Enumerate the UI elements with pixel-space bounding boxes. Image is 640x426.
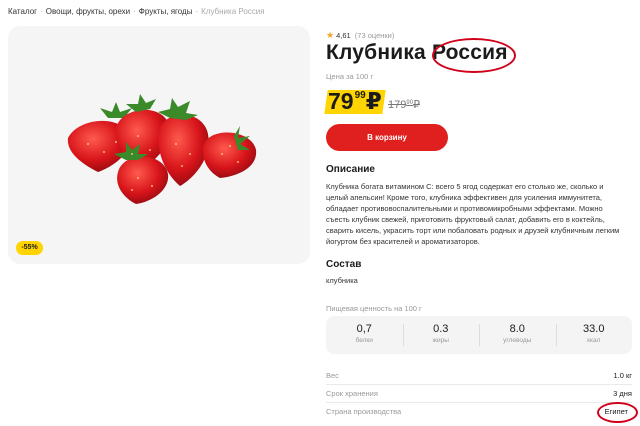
rating-count: (73 оценки) bbox=[354, 31, 395, 40]
strawberries-image bbox=[67, 94, 257, 204]
nutrition-panel: 0,7 белки 0.3 жиры 8.0 углеводы 33.0 кка… bbox=[326, 316, 632, 354]
title-name: Клубника bbox=[326, 41, 426, 64]
description-title: Описание bbox=[326, 164, 375, 175]
breadcrumb-fruits[interactable]: Фрукты, ягоды bbox=[139, 7, 193, 16]
add-to-cart-button[interactable]: В корзину bbox=[326, 124, 448, 151]
nutrition-proteins: 0,7 белки bbox=[355, 323, 373, 344]
product-image bbox=[8, 26, 310, 264]
current-price: 7999₽ bbox=[328, 88, 382, 114]
breadcrumb-vegetables[interactable]: Овощи, фрукты, орехи bbox=[46, 7, 130, 16]
nutrition-fats: 0.3 жиры bbox=[402, 316, 480, 354]
breadcrumb-catalog[interactable]: Каталог bbox=[8, 7, 37, 16]
spec-row-weight: Вес 1.0 кг bbox=[326, 367, 632, 385]
nutrition-kcal: 33.0 ккал bbox=[555, 316, 633, 354]
star-icon: ★ bbox=[326, 30, 335, 40]
breadcrumb-current: Клубника Россия bbox=[201, 7, 265, 16]
spec-row-country: Страна производства Египет bbox=[326, 407, 628, 416]
rating-value: 4,61 bbox=[336, 31, 351, 40]
country-annotation-circle bbox=[597, 402, 638, 423]
spec-row-shelf-life: Срок хранения 3 дня bbox=[326, 385, 632, 403]
description-text: Клубника богата витамином С: всего 5 яго… bbox=[326, 182, 620, 246]
breadcrumb: Каталог · Овощи, фрукты, орехи · Фрукты, яго… bbox=[8, 7, 265, 16]
composition-title: Состав bbox=[326, 259, 362, 270]
unit-price-label: Цена за 100 г bbox=[326, 72, 374, 81]
rating[interactable]: ★ 4,61 (73 оценки) bbox=[326, 30, 394, 41]
old-price: 17990₽ bbox=[388, 99, 421, 111]
composition-text: клубника bbox=[326, 276, 358, 285]
nutrition-carbs: 8.0 углеводы bbox=[479, 316, 556, 354]
origin-annotation-circle bbox=[432, 38, 516, 73]
nutrition-label: Пищевая ценность на 100 г bbox=[326, 304, 422, 313]
discount-badge: -55% bbox=[16, 241, 43, 255]
